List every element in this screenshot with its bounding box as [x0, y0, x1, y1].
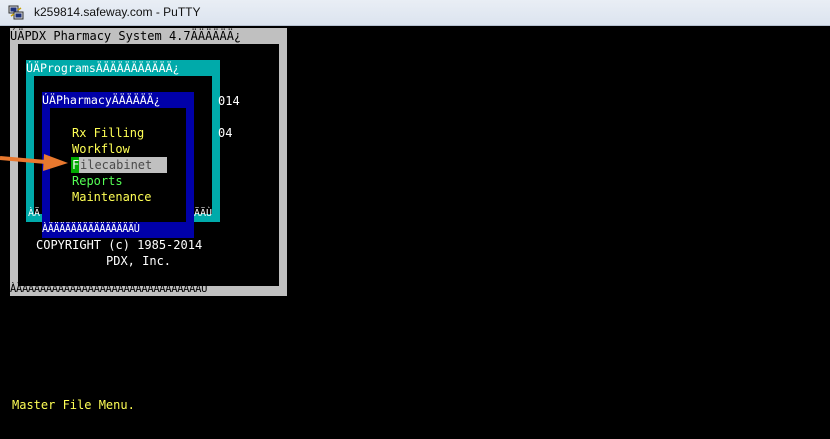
programs-box-footer-right: ÄÄÙ: [194, 208, 213, 219]
menu-item-filecabinet-rest: ilecabinet: [80, 158, 153, 172]
side-text-1: 014: [218, 94, 240, 108]
menu-item-rx-filling[interactable]: Rx Filling: [72, 125, 144, 141]
side-text-2: 04: [218, 126, 233, 140]
pharmacy-box-footer: ÀÄÄÄÄÄÄÄÄÄÄÄÄÄÄÄÙ: [42, 224, 140, 235]
system-box-footer: ÀÄÄÄÄÄÄÄÄÄÄÄÄÄÄÄÄÄÄÄÄÄÄÄÄÄÄÄÄÄÄÄÙ: [10, 283, 208, 295]
menu-item-filecabinet[interactable]: F ilecabinet: [71, 157, 167, 173]
terminal-screen[interactable]: ÚÄPDX Pharmacy System 4.7ÄÄÄÄÄÄ¿ ÀÄÄÄÄÄÄ…: [0, 26, 830, 439]
menu-item-reports[interactable]: Reports: [72, 173, 123, 189]
company-text: PDX, Inc.: [106, 254, 172, 268]
system-box-header: ÚÄPDX Pharmacy System 4.7ÄÄÄÄÄÄ¿: [10, 29, 242, 43]
title-bar[interactable]: k259814.safeway.com - PuTTY: [0, 0, 830, 26]
menu-item-maintenance[interactable]: Maintenance: [72, 189, 151, 205]
programs-box-header: ÚÄProgramsÄÄÄÄÄÄÄÄÄÄÄ¿: [26, 61, 180, 75]
programs-box-footer-left: ÀÄ: [28, 208, 41, 219]
window-title: k259814.safeway.com - PuTTY: [34, 5, 201, 19]
pointer-arrow-icon: [0, 154, 68, 171]
menu-item-workflow[interactable]: Workflow: [72, 141, 130, 157]
putty-window: k259814.safeway.com - PuTTY ÚÄPDX Pharma…: [0, 0, 830, 439]
putty-icon: [8, 5, 24, 20]
hotkey-letter: F: [72, 158, 80, 172]
pharmacy-box-header: ÚÄPharmacyÄÄÄÄÄÄ¿: [42, 93, 161, 107]
copyright-text: COPYRIGHT (c) 1985-2014: [36, 238, 203, 252]
status-line: Master File Menu.: [12, 398, 135, 412]
